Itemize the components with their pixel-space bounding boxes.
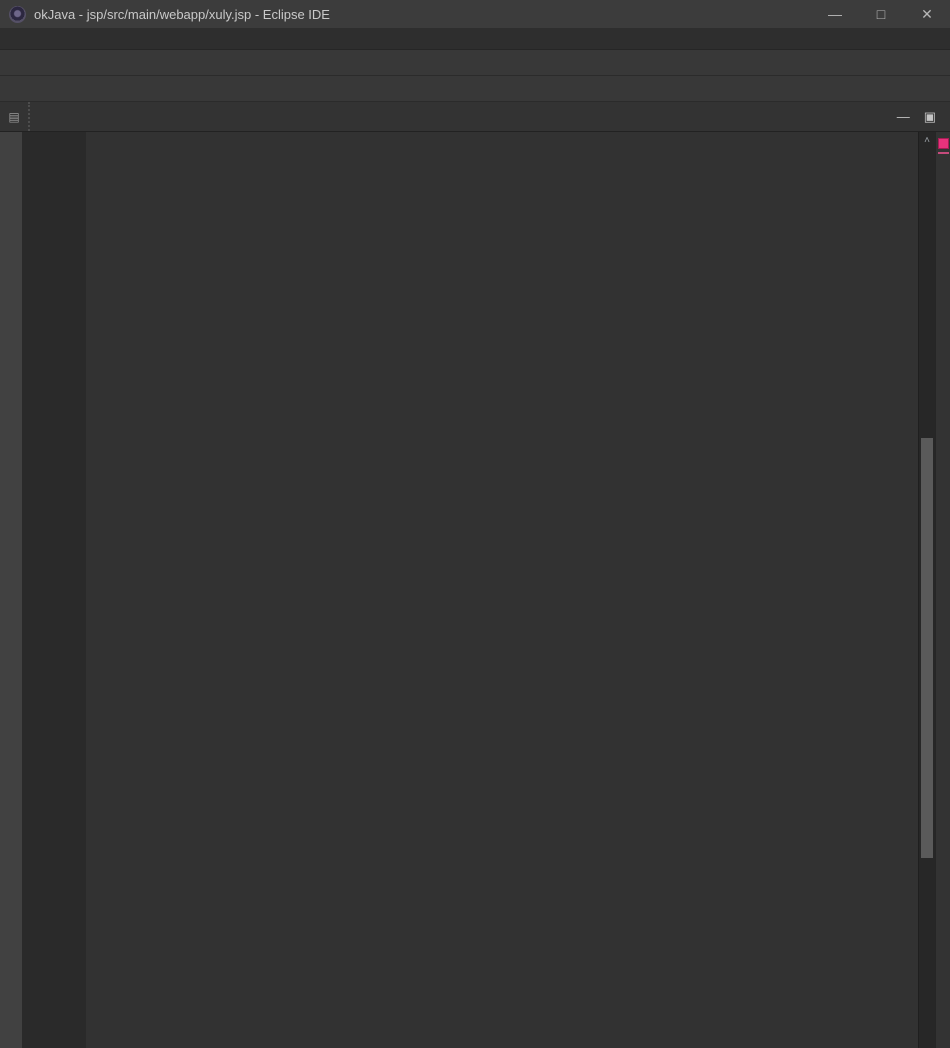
overview-ruler xyxy=(935,132,950,1048)
window-title: okJava - jsp/src/main/webapp/xuly.jsp - … xyxy=(34,7,330,22)
window-titlebar: okJava - jsp/src/main/webapp/xuly.jsp - … xyxy=(0,0,950,28)
eclipse-logo-icon xyxy=(9,6,26,23)
error-summary-indicator[interactable] xyxy=(938,138,949,149)
editor-area-buttons: — ▣ xyxy=(897,102,950,131)
minimize-editor-button[interactable]: — xyxy=(897,109,910,124)
main-toolbar xyxy=(0,50,950,76)
main-area: ˄ ˅ ‹ xyxy=(0,132,950,1048)
maximize-editor-button[interactable]: ▣ xyxy=(924,109,936,125)
menu-bar xyxy=(0,28,950,50)
code-editor[interactable] xyxy=(22,132,918,1048)
editor-tab-bar: ▤ — ▣ xyxy=(0,102,950,132)
navigation-toolbar xyxy=(0,76,950,102)
window-controls: — □ ✕ xyxy=(812,0,950,28)
close-window-button[interactable]: ✕ xyxy=(904,0,950,28)
vertical-scrollbar[interactable]: ˄ ˅ xyxy=(918,132,935,1048)
scroll-up-arrow[interactable]: ˄ xyxy=(919,132,935,148)
vertical-scrollbar-thumb[interactable] xyxy=(921,438,933,858)
left-view-rail xyxy=(0,132,22,1048)
minimized-views-stub[interactable]: ▤ xyxy=(0,102,30,131)
maximize-window-button[interactable]: □ xyxy=(858,0,904,28)
minimize-window-button[interactable]: — xyxy=(812,0,858,28)
